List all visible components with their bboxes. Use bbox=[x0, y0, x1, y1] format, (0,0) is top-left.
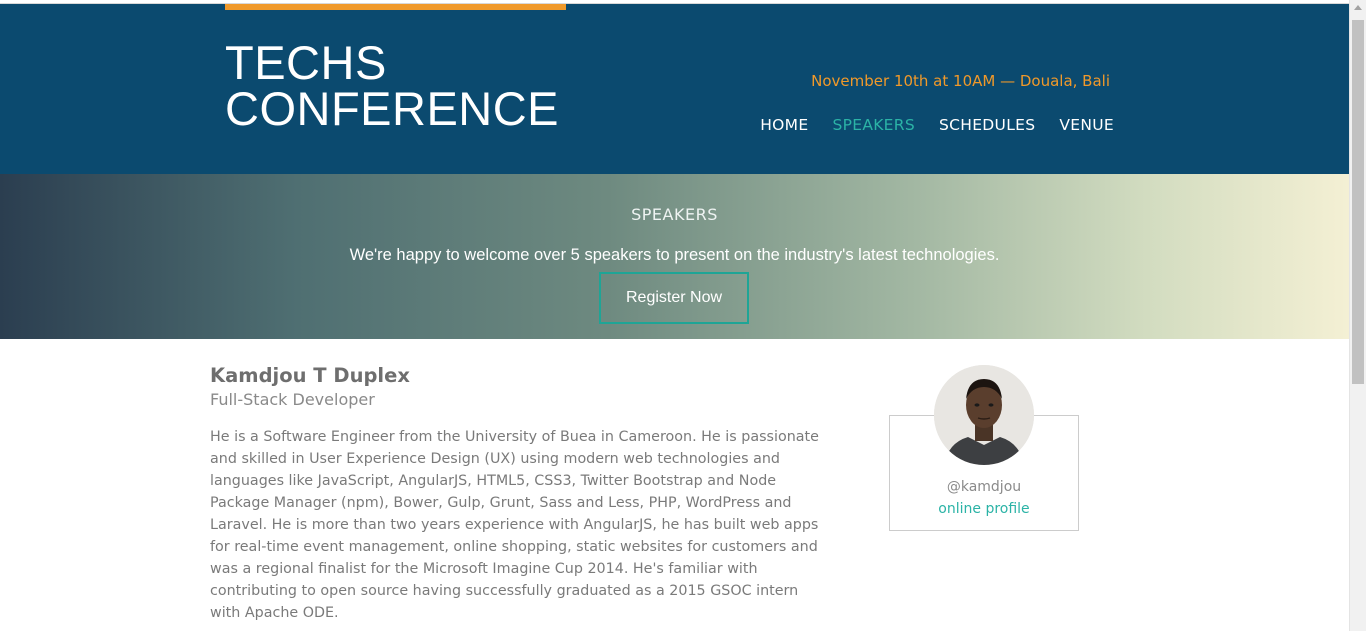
nav-venue[interactable]: VENUE bbox=[1059, 116, 1114, 134]
scroll-up-arrow-icon[interactable] bbox=[1354, 5, 1362, 10]
banner-tagline: We're happy to welcome over 5 speakers t… bbox=[349, 246, 1000, 264]
banner-title: SPEAKERS bbox=[631, 205, 718, 224]
nav-home[interactable]: HOME bbox=[760, 116, 808, 134]
speaker-bio: He is a Software Engineer from the Unive… bbox=[210, 429, 819, 621]
main-nav: HOME SPEAKERS SCHEDULES VENUE bbox=[760, 116, 1114, 134]
nav-speakers[interactable]: SPEAKERS bbox=[832, 116, 915, 134]
speaker-avatar bbox=[934, 365, 1034, 465]
speaker-role: Full-Stack Developer bbox=[210, 390, 375, 409]
avatar-photo-icon bbox=[934, 365, 1034, 465]
register-button[interactable]: Register Now bbox=[599, 272, 749, 324]
speaker-details: Kamdjou T Duplex Full-Stack Developer He… bbox=[210, 364, 835, 624]
speaker-handle: @kamdjou bbox=[946, 479, 1022, 495]
event-info: November 10th at 10AM — Douala, Bali bbox=[811, 72, 1110, 90]
logo-line-2: CONFERENCE bbox=[225, 82, 560, 135]
site-logo[interactable]: TECHS CONFERENCE bbox=[225, 36, 560, 135]
speakers-banner: SPEAKERS We're happy to welcome over 5 s… bbox=[0, 174, 1349, 339]
page-scrollbar[interactable] bbox=[1349, 0, 1366, 631]
speaker-name: Kamdjou T Duplex bbox=[210, 364, 410, 387]
scrollbar-thumb[interactable] bbox=[1352, 20, 1364, 384]
online-profile-link[interactable]: online profile bbox=[890, 501, 1078, 517]
logo-accent-bar bbox=[225, 4, 566, 10]
logo-line-1: TECHS bbox=[225, 36, 387, 89]
site-header: TECHS CONFERENCE November 10th at 10AM —… bbox=[0, 4, 1349, 174]
nav-schedules[interactable]: SCHEDULES bbox=[939, 116, 1035, 134]
